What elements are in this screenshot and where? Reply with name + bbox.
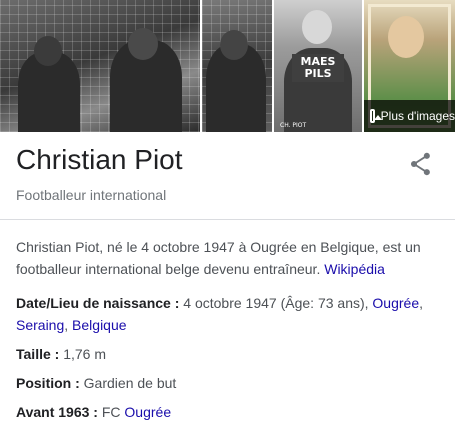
photo-credit: CH. PIOT (280, 122, 307, 129)
photo-2[interactable] (202, 0, 272, 132)
subtitle: Footballeur international (16, 187, 167, 203)
ougree-link[interactable]: Ougrée (372, 295, 419, 311)
page-title: Christian Piot (16, 144, 183, 175)
ougree-club-link[interactable]: Ougrée (124, 404, 171, 420)
wikipedia-link[interactable]: Wikipédia (324, 261, 385, 277)
fact-value: Gardien de but (79, 375, 177, 391)
fact-label: Date/Lieu de naissance : (16, 295, 180, 311)
fact-label: Position : (16, 375, 80, 391)
divider (0, 219, 455, 220)
fact-birth: Date/Lieu de naissance : 4 octobre 1947 … (16, 292, 436, 336)
fact-position: Position : Gardien de but (16, 372, 436, 394)
fact-value: 4 octobre 1947 (Âge: 73 ans), (179, 295, 373, 311)
photo-4[interactable]: Plus d'images (364, 0, 455, 132)
image-gallery: MAES PILS CH. PIOT Plus d'images (0, 0, 455, 132)
photo-1[interactable] (0, 0, 200, 132)
image-icon (370, 109, 382, 123)
fact-label: Taille : (16, 346, 60, 362)
player-head (128, 28, 158, 60)
fact-before-1963: Avant 1963 : FC Ougrée (16, 401, 436, 423)
fact-label: Avant 1963 : (16, 404, 98, 420)
separator: , (419, 295, 424, 311)
seraing-link[interactable]: Seraing (16, 317, 64, 333)
photo-3[interactable]: MAES PILS CH. PIOT (274, 0, 362, 132)
player-head (388, 16, 424, 58)
fact-value: FC (97, 404, 125, 420)
fact-height: Taille : 1,76 m (16, 343, 436, 365)
player-head (220, 30, 248, 60)
jersey-sponsor: MAES PILS (292, 54, 344, 82)
player-head (34, 36, 62, 66)
fact-value: 1,76 m (59, 346, 107, 362)
more-images-button[interactable]: Plus d'images (364, 100, 455, 132)
description: Christian Piot, né le 4 octobre 1947 à O… (16, 236, 436, 280)
belgique-link[interactable]: Belgique (72, 317, 127, 333)
separator: , (64, 317, 73, 333)
share-button[interactable] (407, 150, 435, 178)
player-head (302, 10, 332, 44)
more-images-label: Plus d'images (380, 109, 455, 123)
share-icon (410, 152, 430, 176)
